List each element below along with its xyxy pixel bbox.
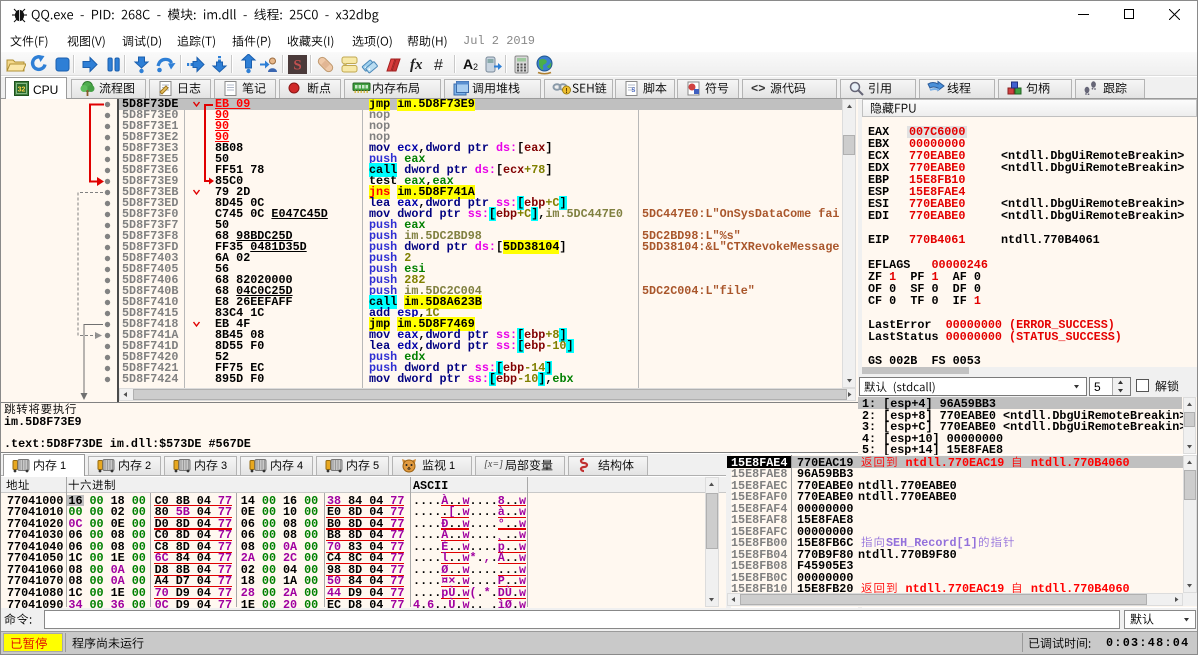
svg-text:s: s	[631, 86, 636, 95]
svg-text:A: A	[463, 56, 473, 72]
svg-text:!: !	[565, 88, 567, 95]
svg-text:fx: fx	[410, 57, 423, 73]
svg-text:<>: <>	[751, 82, 765, 95]
svg-text:S: S	[293, 58, 301, 74]
svg-text:#: #	[434, 57, 443, 74]
svg-text:32: 32	[18, 87, 26, 94]
svg-text:2: 2	[473, 62, 478, 72]
